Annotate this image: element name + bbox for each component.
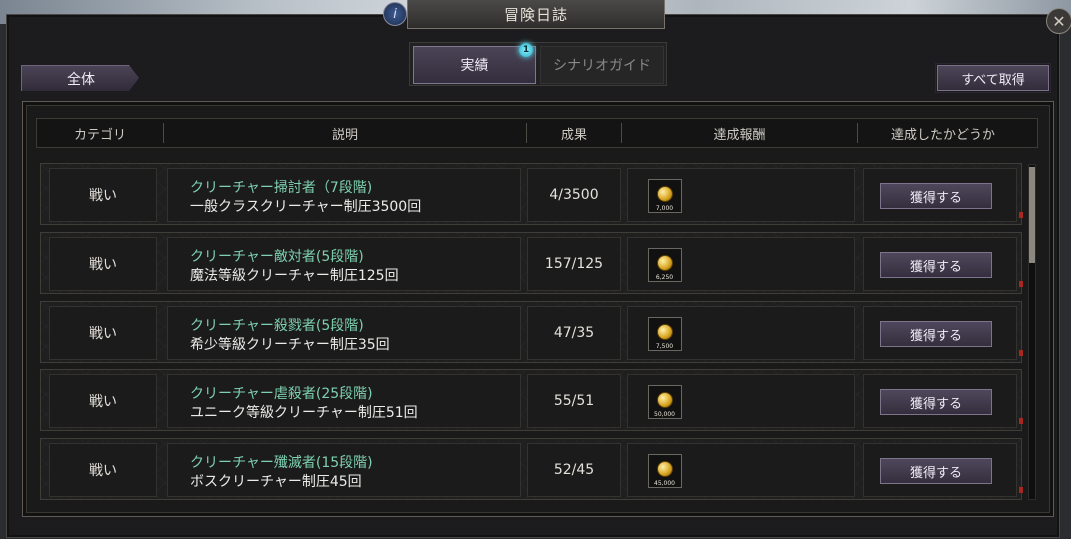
row-action-cell: 獲得する — [863, 374, 1017, 428]
reward-amount: 7,000 — [655, 205, 674, 212]
claim-button[interactable]: 獲得する — [880, 321, 992, 347]
table-row: 戦い クリーチャー殺戮者(5段階) 希少等級クリーチャー制圧35回 47/35 … — [40, 301, 1022, 363]
row-category: 戦い — [49, 374, 157, 428]
row-reward-cell: 7,500 — [627, 306, 855, 360]
achievement-description: ボスクリーチャー制圧45回 — [190, 474, 362, 490]
claim-button[interactable]: 獲得する — [880, 252, 992, 278]
close-icon: ✕ — [1052, 11, 1066, 31]
row-marker — [1019, 350, 1023, 356]
header-category: カテゴリ — [73, 127, 126, 143]
reward-amount: 7,500 — [655, 343, 674, 350]
claim-all-button[interactable]: すべて取得 — [935, 63, 1051, 93]
reward-item[interactable]: 50,000 — [648, 385, 682, 419]
gold-coin-icon — [657, 392, 673, 408]
row-progress: 55/51 — [527, 374, 621, 428]
claim-button[interactable]: 獲得する — [880, 458, 992, 484]
reward-item[interactable]: 7,000 — [648, 179, 682, 213]
row-progress: 4/3500 — [527, 168, 621, 222]
row-description-cell: クリーチャー殺戮者(5段階) 希少等級クリーチャー制圧35回 — [167, 306, 521, 360]
row-description-cell: クリーチャー敵対者(5段階) 魔法等級クリーチャー制圧125回 — [167, 237, 521, 291]
header-reward: 達成報酬 — [713, 127, 766, 143]
row-reward-cell: 45,000 — [627, 443, 855, 497]
table-row: 戦い クリーチャー敵対者(5段階) 魔法等級クリーチャー制圧125回 157/1… — [40, 232, 1022, 294]
achievement-title: クリーチャー虐殺者(25段階) — [190, 386, 373, 402]
achievement-title: クリーチャー敵対者(5段階) — [190, 249, 364, 265]
gold-coin-icon — [657, 461, 673, 477]
window-title: 冒険日誌 — [407, 0, 665, 29]
row-description-cell: クリーチャー掃討者（7段階) 一般クラスクリーチャー制圧3500回 — [167, 168, 521, 222]
achievement-title: クリーチャー殺戮者(5段階) — [190, 318, 364, 334]
row-marker — [1019, 212, 1023, 218]
row-marker — [1019, 487, 1023, 493]
tab-bar: 実績 シナリオガイド — [409, 42, 667, 86]
row-description-cell: クリーチャー虐殺者(25段階) ユニーク等級クリーチャー制圧51回 — [167, 374, 521, 428]
row-marker — [1019, 281, 1023, 287]
row-description-cell: クリーチャー殲滅者(15段階) ボスクリーチャー制圧45回 — [167, 443, 521, 497]
help-icon[interactable]: i — [383, 2, 407, 26]
achievement-title: クリーチャー掃討者（7段階) — [190, 180, 373, 196]
reward-amount: 45,000 — [654, 480, 675, 487]
row-marker — [1019, 418, 1023, 424]
reward-amount: 6,250 — [655, 274, 674, 281]
row-progress: 157/125 — [527, 237, 621, 291]
table-header: カテゴリ 説明 成果 達成報酬 達成したかどうか — [36, 118, 1038, 148]
gold-coin-icon — [657, 324, 673, 340]
header-progress: 成果 — [560, 127, 587, 143]
header-description: 説明 — [331, 127, 358, 143]
row-action-cell: 獲得する — [863, 237, 1017, 291]
achievement-title: クリーチャー殲滅者(15段階) — [190, 455, 373, 471]
row-category: 戦い — [49, 168, 157, 222]
row-action-cell: 獲得する — [863, 168, 1017, 222]
category-filter-button[interactable]: 全体 — [21, 65, 139, 91]
row-category: 戦い — [49, 306, 157, 360]
achievement-description: 希少等級クリーチャー制圧35回 — [190, 337, 390, 353]
achievement-description: 一般クラスクリーチャー制圧3500回 — [190, 199, 422, 215]
notification-badge: 1 — [519, 43, 533, 57]
header-completion: 達成したかどうか — [890, 127, 995, 143]
row-progress: 52/45 — [527, 443, 621, 497]
row-reward-cell: 7,000 — [627, 168, 855, 222]
scroll-thumb[interactable] — [1029, 167, 1035, 263]
row-category: 戦い — [49, 443, 157, 497]
reward-item[interactable]: 7,500 — [648, 317, 682, 351]
list-scrollbar[interactable] — [1028, 164, 1036, 500]
row-reward-cell: 6,250 — [627, 237, 855, 291]
reward-amount: 50,000 — [654, 411, 675, 418]
tab-scenario-guide[interactable]: シナリオガイド — [540, 46, 664, 84]
gold-coin-icon — [657, 186, 673, 202]
row-action-cell: 獲得する — [863, 443, 1017, 497]
row-reward-cell: 50,000 — [627, 374, 855, 428]
reward-item[interactable]: 6,250 — [648, 248, 682, 282]
table-row: 戦い クリーチャー掃討者（7段階) 一般クラスクリーチャー制圧3500回 4/3… — [40, 163, 1022, 225]
close-button[interactable]: ✕ — [1046, 8, 1071, 34]
row-progress: 47/35 — [527, 306, 621, 360]
claim-button[interactable]: 獲得する — [880, 389, 992, 415]
achievement-description: 魔法等級クリーチャー制圧125回 — [190, 268, 399, 284]
reward-item[interactable]: 45,000 — [648, 454, 682, 488]
gold-coin-icon — [657, 255, 673, 271]
tab-achievements[interactable]: 実績 — [413, 46, 536, 84]
row-action-cell: 獲得する — [863, 306, 1017, 360]
achievement-description: ユニーク等級クリーチャー制圧51回 — [190, 405, 418, 421]
claim-button[interactable]: 獲得する — [880, 183, 992, 209]
table-row: 戦い クリーチャー虐殺者(25段階) ユニーク等級クリーチャー制圧51回 55/… — [40, 369, 1022, 431]
table-row: 戦い クリーチャー殲滅者(15段階) ボスクリーチャー制圧45回 52/45 4… — [40, 438, 1022, 500]
row-category: 戦い — [49, 237, 157, 291]
